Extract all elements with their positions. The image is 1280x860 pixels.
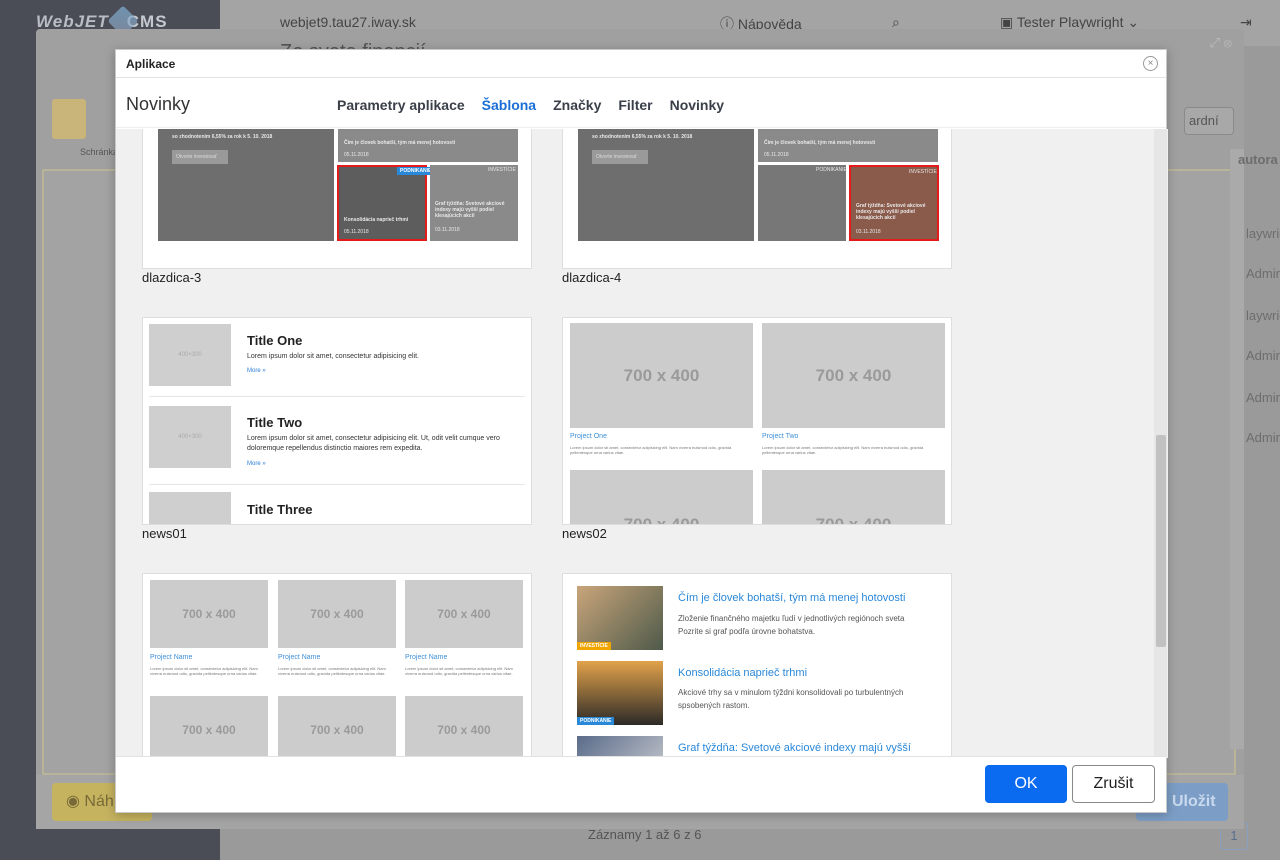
news-item: Title Three [149,492,525,524]
image-placeholder [149,492,231,524]
template-tile-dlazdica-4[interactable]: so zhodnotením 6,55% za rok k 5. 10. 201… [562,129,952,269]
gallery-scroll-thumb[interactable] [1156,435,1166,647]
author-cell: Admin [1246,430,1280,445]
modal-footer: OK Zrušit [116,756,1166,812]
template-gallery: so zhodnotením 6,55% za rok k 5. 10. 201… [116,129,1168,758]
template-name: news02 [562,526,607,541]
template-name: dlazdica-4 [562,270,622,285]
ok-button[interactable]: OK [985,765,1067,803]
tile-cell: PODNIKANIE [758,165,847,241]
tile-hero-image: so zhodnotením 6,55% za rok k 5. 10. 201… [158,129,334,241]
image-placeholder: 700 x 400 [762,470,945,524]
news-item: 400×300 Title One Lorem ipsum dolor sit … [149,324,525,394]
app-name: Novinky [126,94,191,114]
expand-close-icons[interactable]: ⤢ ⊗ [1210,35,1233,51]
image-placeholder: 700 x 400 [570,323,753,428]
image-placeholder: 700 x 400 [405,696,523,758]
domain-label[interactable]: webjet9.tau27.iway.sk [280,14,416,30]
clipboard-icon[interactable] [52,99,86,139]
template-tile-news01[interactable]: 400×300 Title One Lorem ipsum dolor sit … [142,317,532,525]
template-name: news01 [142,526,187,541]
image-placeholder: 700 x 400 [150,580,268,648]
template-tile-dlazdica-3[interactable]: so zhodnotením 6,55% za rok k 5. 10. 201… [142,129,532,269]
tile-hero-image: so zhodnotením 6,55% za rok k 5. 10. 201… [578,129,754,241]
author-cell: Admin [1246,390,1280,405]
article-image [577,736,663,758]
image-placeholder: 700 x 400 [570,470,753,524]
tile-cell: Čím je človek bohatší, tým má menej hoto… [338,129,518,162]
tile-cell-selected: PODNIKANIE Konsolidácia naprieč trhmi 05… [337,165,435,241]
cancel-button[interactable]: Zrušit [1072,765,1155,803]
news-item: 400×300 Title Two Lorem ipsum dolor sit … [149,406,525,482]
image-placeholder: 400×300 [149,406,231,468]
template-tile-grid[interactable]: 700 x 400 700 x 400 700 x 400 Project Na… [142,573,532,758]
author-cell: Admin [1246,348,1280,363]
tab-bar: Parametry aplikace Šablona Značky Filter… [337,97,724,113]
article-image: PODNIKANIE [577,661,663,725]
tile-cell: Čím je človek bohatší, tým má menej hoto… [758,129,938,162]
author-cell: laywrig [1246,226,1280,241]
modal-subheader: Novinky Parametry aplikace Šablona Značk… [116,78,1166,128]
tab-filter[interactable]: Filter [618,97,652,113]
modal-title: Aplikace [126,57,176,71]
author-cell: Admin [1246,266,1280,281]
format-select[interactable]: ardní [1184,107,1234,135]
template-name: dlazdica-3 [142,270,202,285]
image-placeholder: 700 x 400 [150,696,268,758]
image-placeholder: 400×300 [149,324,231,386]
modal-header: Aplikace × [116,50,1166,78]
aplikace-modal: Aplikace × Novinky Parametry aplikace Ša… [115,49,1168,813]
image-placeholder: 700 x 400 [278,696,396,758]
author-cell: laywrig [1246,308,1280,323]
image-placeholder: 700 x 400 [278,580,396,648]
records-info: Záznamy 1 až 6 z 6 [588,827,702,842]
template-tile-article-list[interactable]: INVESTÍCIE Čím je človek bohatší, tým má… [562,573,952,758]
tile-cell: INVESTÍCIE Graf týždňa: Svetové akciové … [430,165,518,241]
close-icon[interactable]: × [1143,56,1158,71]
tab-znacky[interactable]: Značky [553,97,601,113]
editor-scrollbar[interactable] [1230,149,1244,749]
author-col-header: autora [1238,152,1278,167]
image-placeholder: 700 x 400 [762,323,945,428]
tab-sablona[interactable]: Šablona [482,97,536,113]
tile-cell-selected: INVESTÍCIE Graf týždňa: Svetové akciové … [849,165,939,241]
tab-novinky[interactable]: Novinky [670,97,724,113]
clipboard-label: Schránka [80,147,119,157]
article-image: INVESTÍCIE [577,586,663,650]
image-placeholder: 700 x 400 [405,580,523,648]
template-tile-news02[interactable]: 700 x 400 700 x 400 Project One Project … [562,317,952,525]
tab-parametry-aplikace[interactable]: Parametry aplikace [337,97,465,113]
